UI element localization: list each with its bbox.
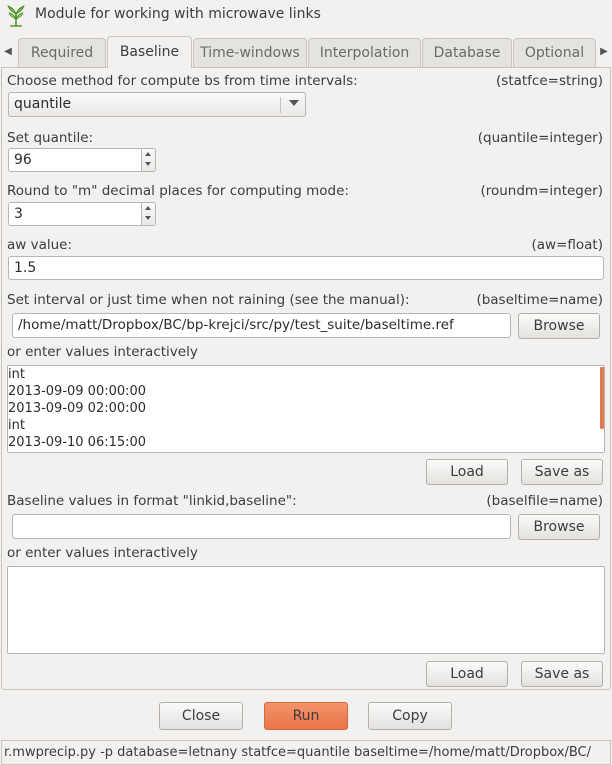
tab-database[interactable]: Database (422, 38, 512, 67)
baselfile-save-button[interactable]: Save as (521, 661, 603, 687)
tab-optional[interactable]: Optional (513, 38, 596, 67)
window-title: Module for working with microwave links (35, 6, 321, 22)
roundm-label: Round to "m" decimal places for computin… (7, 183, 349, 199)
baseltime-browse-button[interactable]: Browse (518, 313, 600, 339)
quantile-label: Set quantile: (7, 130, 94, 146)
text-line: 2013-09-09 00:00:00 (8, 384, 147, 399)
tab-required[interactable]: Required (18, 38, 106, 67)
baseltime-textarea[interactable]: int 2013-09-09 00:00:00 2013-09-09 02:00… (7, 365, 605, 453)
text-line: 2013-09-09 02:00:00 (8, 401, 147, 416)
quantile-spinbox[interactable]: 96 (8, 148, 156, 172)
command-text: r.mwprecip.py -p database=letnany statfc… (4, 745, 592, 760)
roundm-key: (roundm=integer) (480, 183, 603, 199)
aw-input[interactable]: 1.5 (8, 256, 604, 280)
tab-baseline[interactable]: Baseline (107, 36, 192, 68)
spin-up-icon[interactable] (145, 152, 151, 156)
aw-key: (aw=float) (531, 237, 604, 253)
text-line: int (8, 418, 25, 433)
baselfile-browse-button[interactable]: Browse (518, 514, 600, 540)
spin-up-icon[interactable] (145, 206, 151, 210)
baselfile-key: (baselfile=name) (486, 493, 603, 509)
copy-button[interactable]: Copy (368, 702, 452, 730)
arrow-left-icon[interactable]: ◀ (2, 42, 14, 62)
baselfile-file-input[interactable] (12, 514, 511, 539)
statfce-combo[interactable]: quantile (8, 92, 306, 117)
baselfile-label: Baseline values in format "linkid,baseli… (7, 493, 297, 509)
quantile-stepper[interactable] (141, 149, 155, 171)
aw-label: aw value: (7, 237, 73, 253)
baselfile-load-button[interactable]: Load (426, 661, 508, 687)
statfce-value: quantile (14, 96, 72, 112)
statfce-label: Choose method for compute bs from time i… (7, 73, 358, 89)
roundm-spinbox[interactable]: 3 (8, 202, 156, 226)
roundm-stepper[interactable] (141, 203, 155, 225)
baselfile-textarea[interactable] (7, 566, 605, 654)
baseltime-file-input[interactable]: /home/matt/Dropbox/BC/bp-krejci/src/py/t… (12, 313, 511, 338)
statfce-key: (statfce=string) (496, 73, 603, 89)
roundm-value: 3 (14, 206, 23, 222)
baselfile-interactive-label: or enter values interactively (7, 545, 198, 561)
chevron-down-icon (289, 100, 299, 106)
spin-down-icon[interactable] (145, 216, 151, 220)
run-button[interactable]: Run (264, 702, 348, 730)
baseltime-load-button[interactable]: Load (426, 459, 508, 485)
spin-down-icon[interactable] (145, 162, 151, 166)
baseltime-label: Set interval or just time when not raini… (7, 292, 410, 308)
text-line: int (8, 367, 25, 382)
baseltime-interactive-label: or enter values interactively (7, 344, 198, 360)
quantile-value: 96 (14, 152, 32, 168)
baseltime-key: (baseltime=name) (476, 292, 603, 308)
tab-time-windows[interactable]: Time-windows (193, 38, 307, 67)
close-button[interactable]: Close (159, 702, 243, 730)
combo-separator (280, 97, 281, 113)
quantile-key: (quantile=integer) (477, 130, 603, 146)
scrollbar-indicator[interactable] (600, 367, 604, 429)
command-statusbar: r.mwprecip.py -p database=letnany statfc… (1, 740, 611, 765)
baseltime-save-button[interactable]: Save as (521, 459, 603, 485)
title-bar: Module for working with microwave links (0, 0, 612, 34)
tab-interpolation[interactable]: Interpolation (308, 38, 421, 67)
arrow-right-icon[interactable]: ▶ (598, 42, 610, 62)
text-line: 2013-09-10 06:15:00 (8, 435, 147, 450)
grass-leaf-icon (6, 5, 26, 27)
